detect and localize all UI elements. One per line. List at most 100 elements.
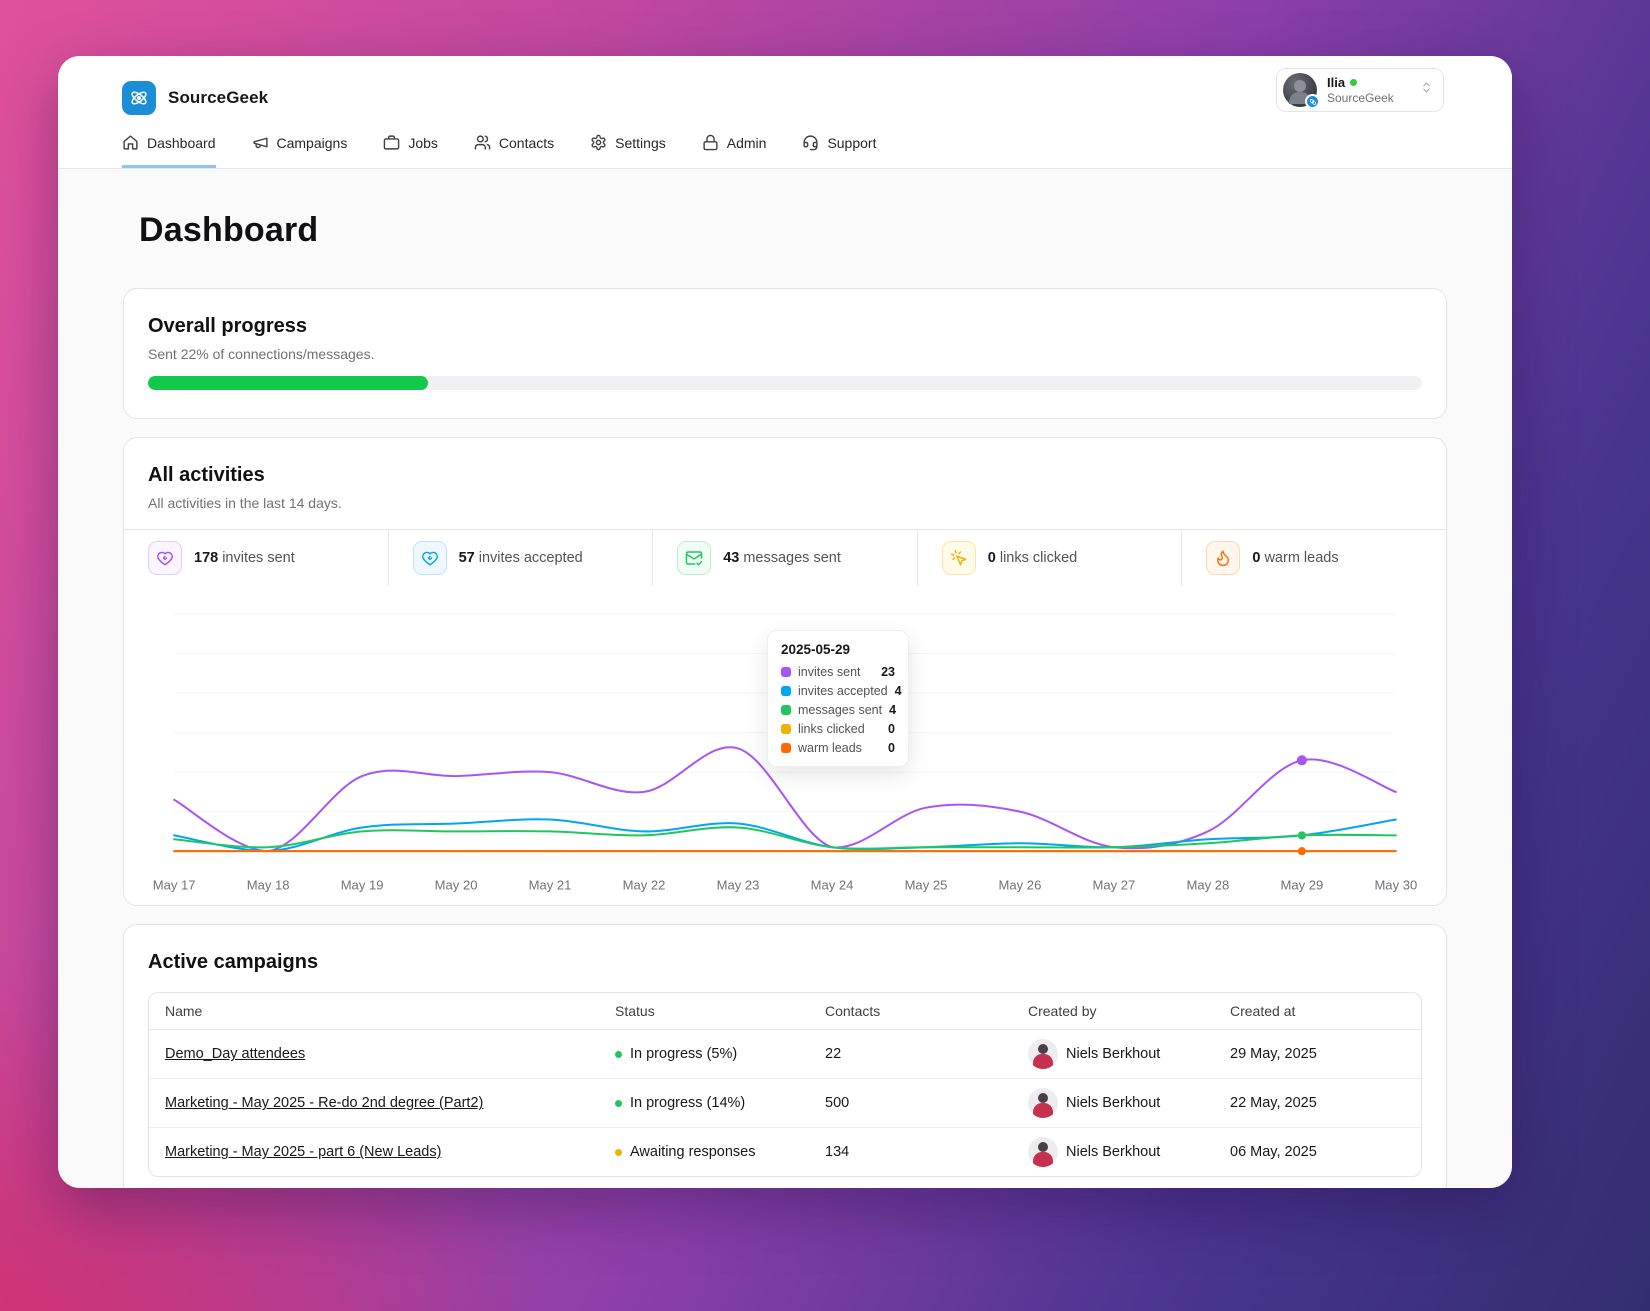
creator-avatar bbox=[1028, 1039, 1058, 1070]
created-date: 29 May, 2025 bbox=[1230, 1046, 1317, 1063]
column-contacts: Contacts bbox=[825, 1003, 881, 1020]
brand-name: SourceGeek bbox=[168, 88, 269, 107]
status-text: Awaiting responses bbox=[630, 1144, 756, 1161]
tooltip-date: 2025-05-29 bbox=[781, 642, 851, 657]
creator-avatar bbox=[1028, 1088, 1058, 1119]
app-window: SourceGeek Dashboard Campaigns Jobs Cont… bbox=[58, 56, 1512, 1188]
tab-contacts[interactable]: Contacts bbox=[474, 134, 554, 168]
status-text: In progress (5%) bbox=[630, 1046, 738, 1063]
main-content: Dashboard Overall progress Sent 22% of c… bbox=[58, 169, 1512, 1188]
table-row: Marketing - May 2025 - Re-do 2nd degree … bbox=[149, 1079, 1421, 1129]
megaphone-icon bbox=[252, 137, 268, 149]
tooltip-row: links clicked 0 bbox=[781, 722, 895, 736]
svg-text:May 23: May 23 bbox=[717, 877, 760, 892]
svg-text:May 29: May 29 bbox=[1280, 877, 1323, 892]
creator-name: Niels Berkhout bbox=[1066, 1095, 1161, 1112]
column-created-by: Created by bbox=[1028, 1003, 1097, 1020]
created-date: 06 May, 2025 bbox=[1230, 1144, 1317, 1161]
user-menu-button[interactable]: Ilia SourceGeek bbox=[1276, 68, 1444, 112]
svg-text:May 17: May 17 bbox=[153, 877, 196, 892]
stat-invites-sent: 178 invites sent bbox=[124, 530, 389, 586]
overall-progress-subtitle: Sent 22% of connections/messages. bbox=[148, 346, 375, 362]
campaign-link[interactable]: Marketing - May 2025 - part 6 (New Leads… bbox=[165, 1144, 441, 1160]
svg-text:May 24: May 24 bbox=[811, 877, 854, 892]
progress-bar-fill bbox=[148, 376, 429, 390]
tab-settings[interactable]: Settings bbox=[590, 134, 666, 168]
contacts-count: 22 bbox=[825, 1046, 842, 1063]
heart-handshake-icon bbox=[148, 541, 182, 575]
svg-text:May 27: May 27 bbox=[1093, 877, 1136, 892]
all-activities-card: All activities All activities in the las… bbox=[123, 437, 1447, 907]
stat-warm-leads: 0 warm leads bbox=[1182, 530, 1446, 586]
briefcase-icon bbox=[384, 135, 400, 150]
svg-text:May 21: May 21 bbox=[529, 877, 572, 892]
avatar-brand-badge bbox=[1305, 94, 1320, 109]
avatar bbox=[1283, 73, 1320, 109]
svg-text:May 26: May 26 bbox=[999, 877, 1042, 892]
svg-text:May 22: May 22 bbox=[623, 877, 666, 892]
flame-icon bbox=[1206, 541, 1241, 575]
gear-icon bbox=[591, 134, 606, 151]
heart-handshake-icon bbox=[412, 541, 447, 575]
table-row: Marketing - May 2025 - part 6 (New Leads… bbox=[149, 1128, 1421, 1176]
activity-chart: May 17 May 18 May 19 May 20 May 21 May 22 May … bbox=[124, 586, 1446, 905]
svg-text:May 30: May 30 bbox=[1374, 877, 1417, 892]
user-org: SourceGeek bbox=[1327, 90, 1394, 105]
users-icon bbox=[474, 135, 491, 150]
online-status-dot bbox=[1350, 79, 1358, 87]
status-dot bbox=[615, 1099, 622, 1107]
tab-support[interactable]: Support bbox=[802, 134, 876, 168]
user-name: Ilia bbox=[1327, 75, 1394, 91]
contacts-count: 500 bbox=[825, 1095, 850, 1112]
active-campaigns-card: Active campaigns Name Status Contacts Cr… bbox=[123, 924, 1447, 1188]
mail-check-icon bbox=[677, 541, 712, 575]
tooltip-row: messages sent 4 bbox=[781, 703, 896, 717]
status-dot bbox=[615, 1148, 622, 1156]
column-name: Name bbox=[165, 1003, 203, 1020]
tab-campaigns[interactable]: Campaigns bbox=[252, 134, 347, 168]
status-text: In progress (14%) bbox=[630, 1095, 746, 1112]
topbar: SourceGeek Dashboard Campaigns Jobs Cont… bbox=[58, 56, 1512, 169]
table-header-row: Name Status Contacts Created by Created … bbox=[149, 993, 1421, 1031]
chart-tooltip: 2025-05-29 invites sent 23 invites accep… bbox=[767, 630, 909, 767]
tab-dashboard[interactable]: Dashboard bbox=[122, 134, 216, 168]
house-icon bbox=[123, 135, 138, 150]
lock-icon bbox=[703, 134, 718, 151]
creator-avatar bbox=[1028, 1137, 1058, 1168]
main-nav: Dashboard Campaigns Jobs Contacts Settin… bbox=[122, 134, 1446, 168]
brand: SourceGeek bbox=[122, 74, 1446, 122]
column-created-at: Created at bbox=[1230, 1003, 1296, 1020]
svg-text:May 20: May 20 bbox=[435, 877, 478, 892]
all-activities-title: All activities bbox=[148, 464, 265, 486]
stat-messages-sent: 43 messages sent bbox=[653, 530, 918, 586]
creator-name: Niels Berkhout bbox=[1066, 1046, 1161, 1063]
tooltip-row: invites accepted 4 bbox=[781, 684, 902, 698]
active-campaigns-title: Active campaigns bbox=[148, 951, 319, 974]
svg-text:May 25: May 25 bbox=[905, 877, 948, 892]
tab-jobs[interactable]: Jobs bbox=[383, 134, 438, 168]
page-title: Dashboard bbox=[139, 211, 319, 249]
svg-text:May 19: May 19 bbox=[341, 877, 384, 892]
column-status: Status bbox=[615, 1003, 655, 1020]
contacts-count: 134 bbox=[825, 1144, 850, 1161]
svg-text:May 28: May 28 bbox=[1187, 877, 1230, 892]
progress-bar-track bbox=[148, 376, 1422, 390]
overall-progress-title: Overall progress bbox=[148, 315, 307, 337]
activity-stats-row: 178 invites sent 57 invites accepted 43 mes… bbox=[124, 529, 1446, 586]
stat-links-clicked: 0 links clicked bbox=[918, 530, 1183, 586]
campaign-link[interactable]: Demo_Day attendees bbox=[165, 1046, 305, 1062]
tooltip-row: invites sent 23 bbox=[781, 665, 895, 679]
overall-progress-card: Overall progress Sent 22% of connections… bbox=[123, 288, 1447, 419]
creator-name: Niels Berkhout bbox=[1066, 1144, 1161, 1161]
chevron-up-down-icon bbox=[1420, 81, 1433, 99]
tooltip-row: warm leads 0 bbox=[781, 741, 895, 755]
svg-text:May 18: May 18 bbox=[247, 877, 290, 892]
stat-invites-accepted: 57 invites accepted bbox=[389, 530, 654, 586]
all-activities-subtitle: All activities in the last 14 days. bbox=[148, 495, 342, 511]
mouse-pointer-click-icon bbox=[941, 541, 976, 575]
sourcegeek-logo-icon bbox=[122, 81, 156, 115]
campaign-link[interactable]: Marketing - May 2025 - Re-do 2nd degree … bbox=[165, 1095, 483, 1111]
tab-admin[interactable]: Admin bbox=[702, 134, 766, 168]
table-row: Demo_Day attendees In progress (5%) 22 N… bbox=[149, 1030, 1421, 1080]
headset-icon bbox=[803, 135, 819, 151]
